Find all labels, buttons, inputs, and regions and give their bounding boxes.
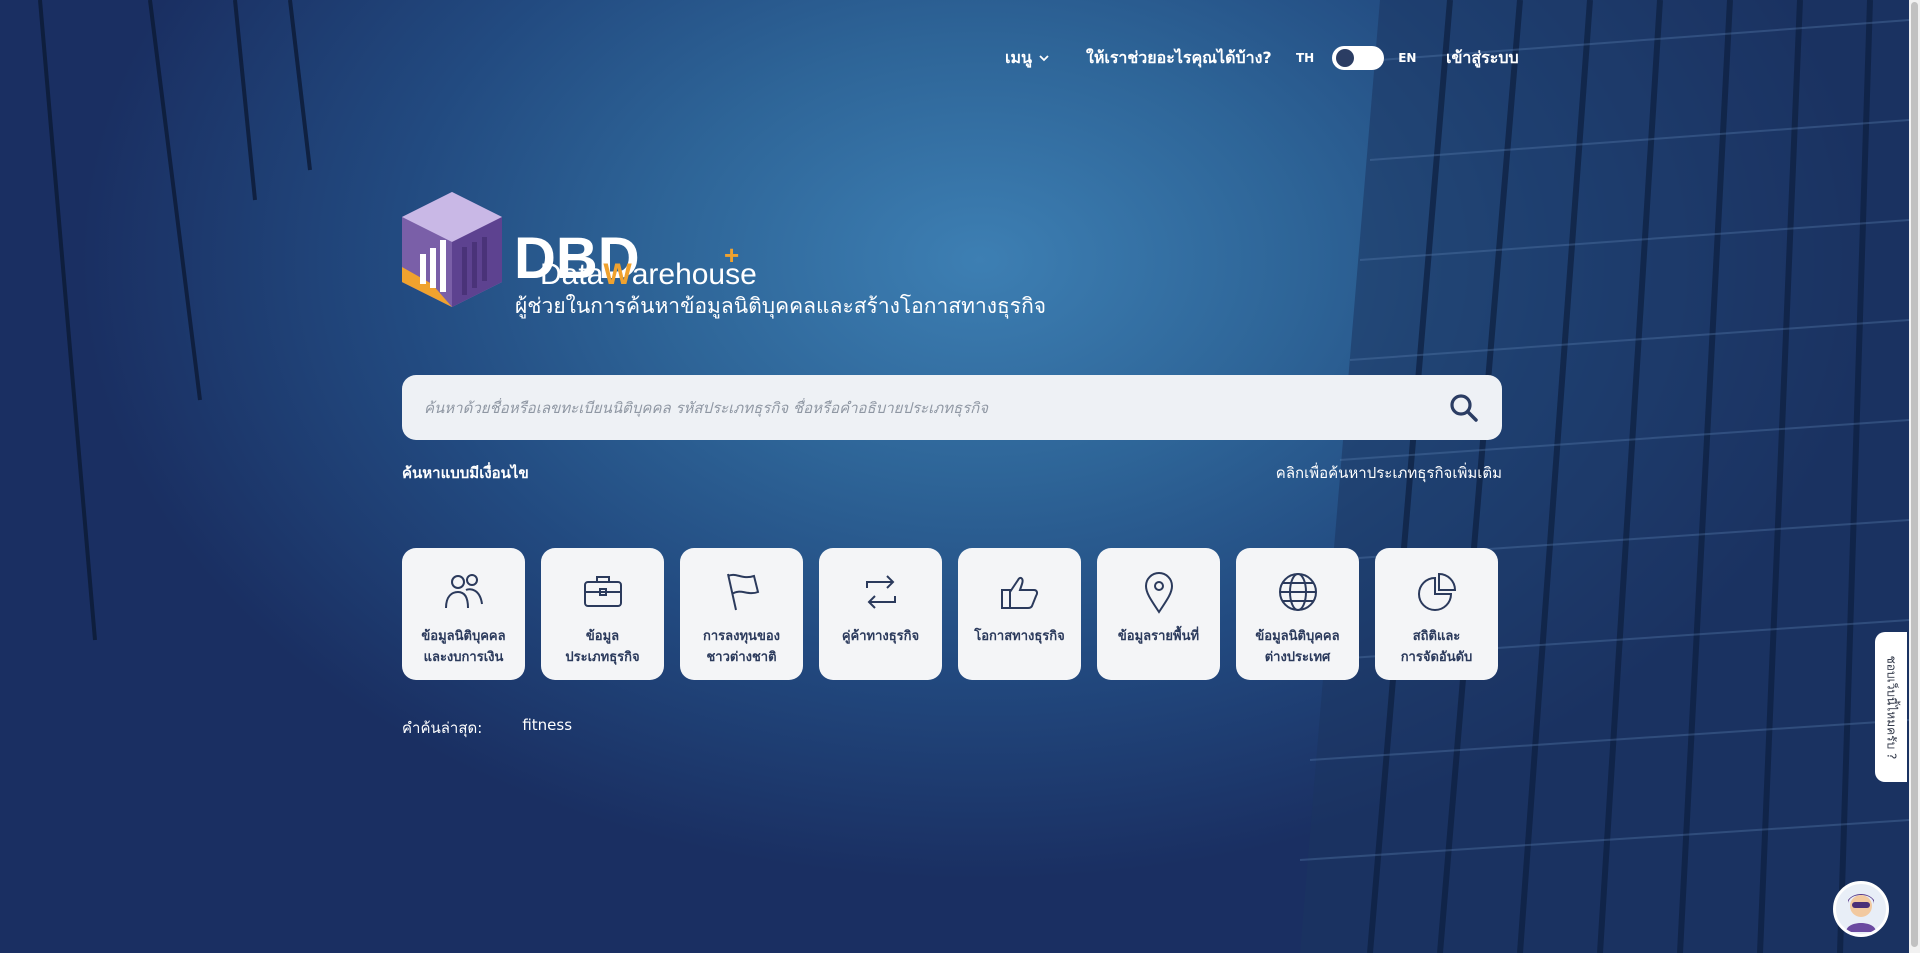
menu-label: เมนู	[1005, 47, 1032, 67]
thumbs-up-icon	[1000, 576, 1038, 609]
flag-icon	[726, 573, 759, 611]
lang-th-label: TH	[1296, 51, 1315, 65]
people-icon	[444, 574, 483, 609]
category-label: คู่ค้าทางธุรกิจ	[841, 629, 920, 644]
category-label: โอกาสทางธุรกิจ	[974, 629, 1065, 644]
advanced-search-link[interactable]: ค้นหาแบบมีเงื่อนไข	[402, 461, 529, 485]
category-card-business-partners[interactable]: คู่ค้าทางธุรกิจ	[819, 548, 942, 680]
toggle-knob	[1336, 49, 1355, 67]
help-label: ให้เราช่วยอะไรคุณได้บ้าง?	[1086, 47, 1272, 67]
recent-search-term[interactable]: fitness	[522, 716, 572, 740]
category-label: ข้อมูลรายพื้นที่	[1117, 629, 1200, 644]
category-label: ข้อมูลนิติบุคคล และงบการเงิน	[421, 629, 506, 665]
category-label: ข้อมูลนิติบุคคล ต่างประเทศ	[1255, 629, 1340, 665]
login-label: เข้าสู่ระบบ	[1446, 47, 1519, 67]
scrollbar-thumb[interactable]	[1911, 2, 1918, 947]
category-card-business-opportunity[interactable]: โอกาสทางธุรกิจ	[958, 548, 1081, 680]
category-card-business-type[interactable]: ข้อมูล ประเภทธุรกิจ	[541, 548, 664, 680]
exchange-icon	[865, 575, 896, 609]
more-business-types-link[interactable]: คลิกเพื่อค้นหาประเภทธุรกิจเพิ่มเติม	[1276, 461, 1502, 485]
help-link[interactable]: ให้เราช่วยอะไรคุณได้บ้าง?	[1086, 40, 1272, 76]
category-card-statistics-ranking[interactable]: สถิติและ การจัดอันดับ	[1375, 548, 1498, 680]
chatbot-button[interactable]	[1833, 881, 1889, 937]
category-label: ข้อมูล ประเภทธุรกิจ	[565, 629, 640, 665]
feedback-tab[interactable]: ชอบเว็บนี้ไหมครับ ?	[1875, 632, 1907, 782]
category-card-area-data[interactable]: ข้อมูลรายพื้นที่	[1097, 548, 1220, 680]
building-backdrop	[38, 0, 1910, 953]
category-cards: ข้อมูลนิติบุคคล และงบการเงิน ข้อมูล ประเ…	[402, 548, 1498, 680]
background	[0, 0, 1920, 953]
search-icon	[1450, 393, 1478, 422]
category-label: การลงทุนของ ชาวต่างชาติ	[703, 629, 780, 665]
feedback-label: ชอบเว็บนี้ไหมครับ ?	[1884, 655, 1899, 759]
recent-searches: คำค้นล่าสุด: fitness	[402, 716, 572, 740]
language-switch: TH EN	[1296, 40, 1416, 76]
category-card-foreign-company[interactable]: ข้อมูลนิติบุคคล ต่างประเทศ	[1236, 548, 1359, 680]
search-button[interactable]	[1446, 390, 1482, 426]
page-scrollbar[interactable]	[1909, 0, 1920, 953]
tagline: ผู้ช่วยในการค้นหาข้อมูลนิติบุคคลและสร้าง…	[515, 294, 1047, 318]
chevron-down-icon	[1039, 55, 1049, 62]
briefcase-icon	[583, 576, 622, 607]
menu-dropdown[interactable]: เมนู	[1005, 40, 1050, 76]
map-pin-icon	[1144, 572, 1173, 614]
lang-en-label: EN	[1398, 51, 1417, 65]
category-card-company-finance[interactable]: ข้อมูลนิติบุคคล และงบการเงิน	[402, 548, 525, 680]
login-link[interactable]: เข้าสู่ระบบ	[1446, 40, 1519, 76]
pie-chart-icon	[1417, 572, 1456, 611]
category-card-foreign-investment[interactable]: การลงทุนของ ชาวต่างชาติ	[680, 548, 803, 680]
chatbot-avatar-icon	[1846, 894, 1876, 932]
svg-text:+: +	[724, 240, 739, 270]
search-bar	[402, 375, 1502, 440]
language-toggle[interactable]	[1332, 46, 1385, 70]
search-input[interactable]	[422, 397, 1446, 418]
globe-icon	[1278, 573, 1317, 611]
recent-searches-label: คำค้นล่าสุด:	[402, 719, 483, 737]
category-label: สถิติและ การจัดอันดับ	[1400, 629, 1473, 665]
logo-cube-icon	[402, 192, 502, 307]
